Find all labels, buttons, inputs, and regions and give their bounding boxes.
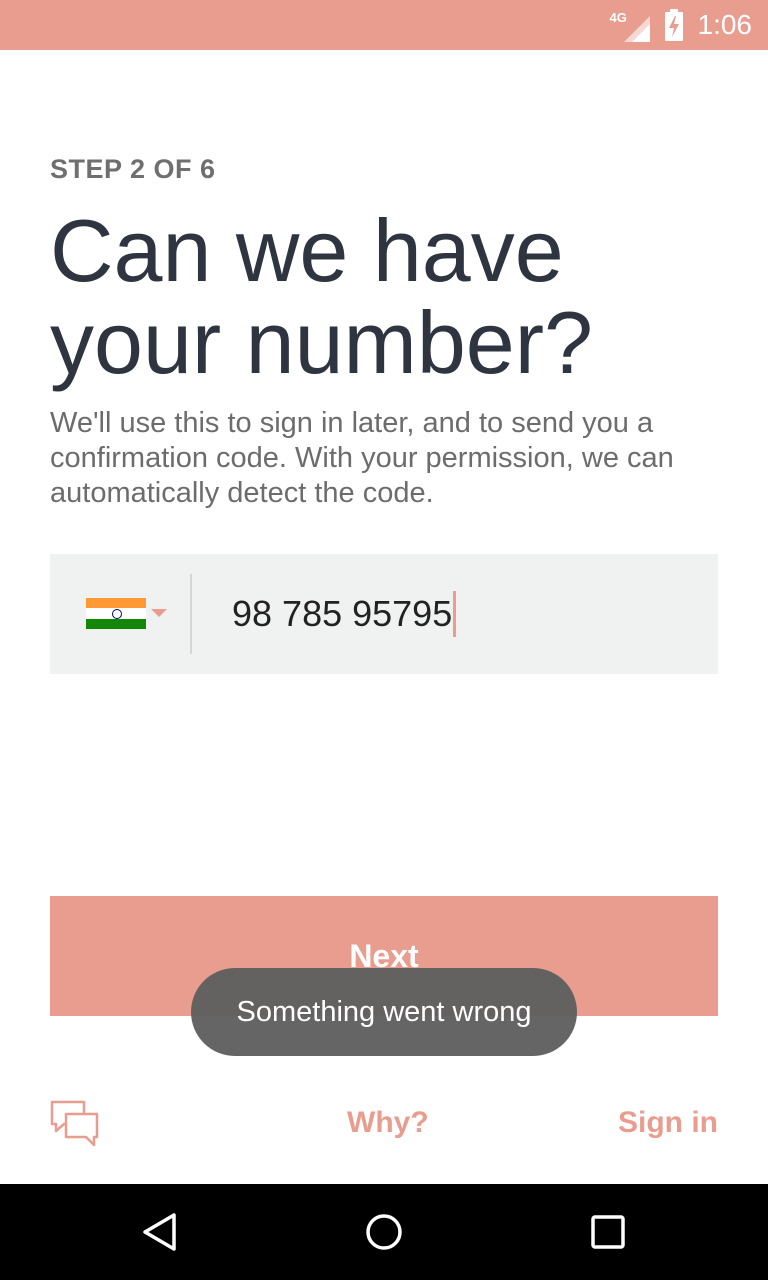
step-indicator: STEP 2 OF 6 (50, 154, 216, 184)
field-divider (190, 574, 192, 654)
error-toast: Something went wrong (191, 968, 577, 1056)
sign-in-link[interactable]: Sign in (618, 1106, 718, 1140)
status-icons: 4G 1:06 (610, 0, 753, 50)
country-code-selector[interactable] (86, 598, 170, 630)
battery-charging-icon (664, 9, 683, 41)
page-title: Can we have your number? (50, 201, 593, 392)
why-link[interactable]: Why? (347, 1106, 429, 1140)
phone-number-value: 98 785 95795 (232, 593, 453, 634)
signal-triangle-icon (623, 16, 650, 42)
back-triangle-icon[interactable] (140, 1212, 180, 1252)
india-flag-icon (86, 598, 146, 629)
home-circle-icon[interactable] (364, 1212, 404, 1252)
navigation-bar (0, 1184, 768, 1280)
recents-square-icon[interactable] (588, 1212, 628, 1252)
network-signal-icon: 4G (610, 8, 650, 42)
chat-bubbles-icon[interactable] (50, 1100, 100, 1148)
phone-number-input[interactable]: 98 785 95795 (232, 588, 457, 640)
dropdown-arrow-icon (151, 609, 167, 617)
status-bar: 4G 1:06 (0, 0, 768, 50)
phone-number-field-container: 98 785 95795 (50, 554, 718, 674)
description-text: We'll use this to sign in later, and to … (50, 407, 674, 509)
clock: 1:06 (697, 9, 753, 40)
text-cursor (453, 591, 457, 637)
